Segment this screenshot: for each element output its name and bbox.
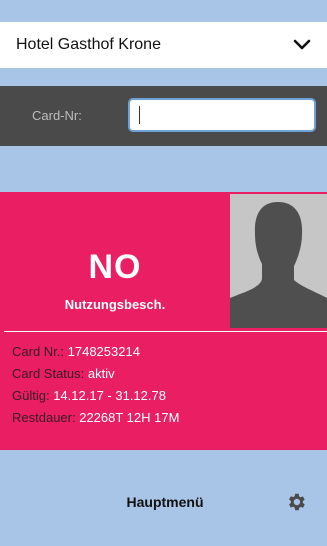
text-cursor	[139, 106, 140, 124]
card-number-bar: Card-Nr:	[0, 86, 327, 146]
main-menu-button[interactable]: Hauptmenü	[105, 494, 225, 510]
top-spacer	[0, 0, 327, 22]
card-details: Card Nr.: 1748253214 Card Status: aktiv …	[12, 341, 179, 429]
spacer-band	[0, 146, 327, 192]
chevron-down-icon[interactable]	[293, 39, 311, 51]
hotel-selector-value: Hotel Gasthof Krone	[16, 36, 161, 53]
card-number-input[interactable]	[128, 98, 316, 132]
status-subtitle: Nutzungsbesch.	[64, 297, 166, 312]
card-number-label: Card-Nr:	[32, 108, 82, 123]
status-headline: NO	[88, 248, 142, 286]
detail-card-status: Card Status: aktiv	[12, 366, 115, 381]
divider	[4, 331, 327, 332]
gear-icon[interactable]	[285, 491, 307, 513]
guest-photo-placeholder	[230, 194, 327, 328]
detail-remaining: Restdauer: 22268T 12H 17M	[12, 410, 180, 425]
hotel-selector[interactable]: Hotel Gasthof Krone	[0, 22, 327, 68]
footer-bar: Hauptmenü	[0, 450, 327, 546]
detail-card-number: Card Nr.: 1748253214	[12, 344, 140, 359]
card-status-panel: NO Nutzungsbesch. Card Nr.: 1748253214 C…	[0, 192, 327, 450]
spacer-band	[0, 68, 327, 86]
detail-validity: Gültig: 14.12.17 - 31.12.78	[12, 388, 166, 403]
